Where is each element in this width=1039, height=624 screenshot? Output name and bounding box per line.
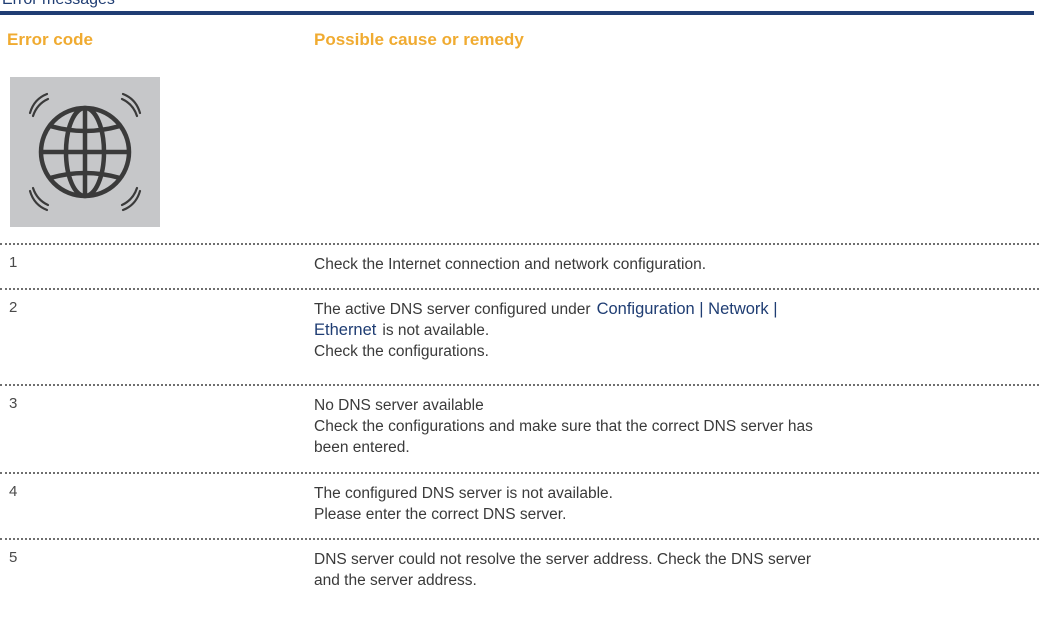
remedy-text: The active DNS server configured under Co… [314, 299, 1014, 362]
remedy-line: Check the configurations and make sure t… [314, 418, 813, 435]
table-row: 3 No DNS server available Check the conf… [0, 384, 1039, 472]
section-heading: Error messages [2, 0, 115, 9]
remedy-line-prefix: The active DNS server configured under [314, 301, 591, 318]
column-header-error-code: Error code [7, 30, 93, 49]
error-code: 2 [9, 299, 18, 316]
configuration-path-link-continued[interactable]: Ethernet [314, 321, 376, 339]
configuration-path-link[interactable]: Configuration | Network | [597, 300, 778, 318]
table-row: 1 Check the Internet connection and netw… [0, 243, 1039, 288]
remedy-line: No DNS server available [314, 397, 484, 414]
remedy-text: No DNS server available Check the config… [314, 395, 1014, 458]
error-code: 1 [9, 254, 18, 271]
table-row: 5 DNS server could not resolve the serve… [0, 538, 1039, 618]
remedy-line: Please enter the correct DNS server. [314, 506, 567, 523]
remedy-line: Ethernet is not available. [314, 320, 1014, 341]
remedy-line: DNS server could not resolve the server … [314, 551, 812, 568]
remedy-line: Check the Internet connection and networ… [314, 256, 707, 273]
remedy-line: The active DNS server configured under Co… [314, 299, 1014, 320]
table-header-row: Error code Possible cause or remedy [0, 15, 1039, 67]
error-code: 4 [9, 483, 18, 500]
remedy-line: been entered. [314, 439, 410, 456]
error-code: 5 [9, 549, 18, 566]
remedy-text: DNS server could not resolve the server … [314, 549, 1014, 591]
remedy-text: The configured DNS server is not availab… [314, 483, 1014, 525]
table-row: 2 The active DNS server configured under… [0, 288, 1039, 384]
globe-icon [28, 92, 142, 212]
table-row: 4 The configured DNS server is not avail… [0, 472, 1039, 538]
globe-icon-tile [10, 77, 160, 227]
remedy-line-suffix: is not available. [382, 322, 490, 339]
column-header-remedy: Possible cause or remedy [314, 30, 524, 49]
error-code: 3 [9, 395, 18, 412]
section-heading-strip: Error messages [0, 0, 1039, 11]
remedy-line: Check the configurations. [314, 343, 489, 360]
remedy-line: and the server address. [314, 572, 477, 589]
remedy-text: Check the Internet connection and networ… [314, 254, 1014, 275]
remedy-line: The configured DNS server is not availab… [314, 485, 613, 502]
